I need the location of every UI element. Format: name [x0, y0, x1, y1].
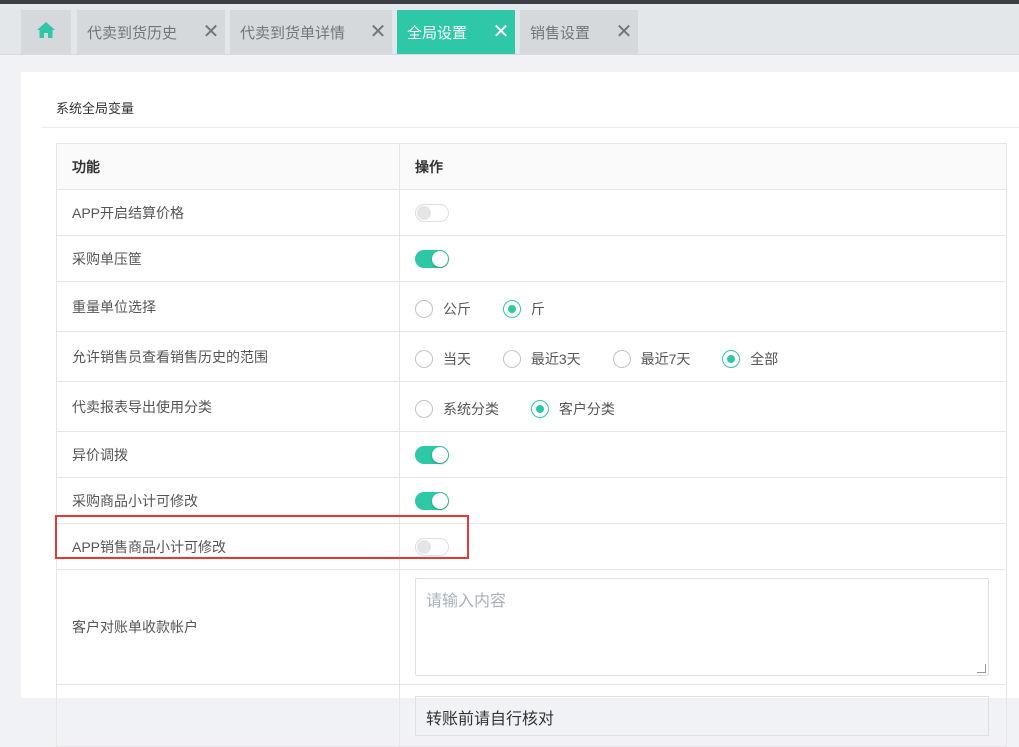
table-row: 转账前请自行核对 — [56, 684, 1007, 747]
table-row: 重量单位选择 公斤 斤 — [56, 281, 1007, 332]
table-row: APP开启结算价格 — [56, 189, 1007, 236]
row-label: 客户对账单收款帐户 — [56, 569, 400, 685]
row-label: APP开启结算价格 — [56, 189, 400, 236]
tab-home[interactable] — [21, 10, 71, 54]
textarea-value: 转账前请自行核对 — [426, 710, 555, 728]
table-row: 采购单压筐 — [56, 235, 1007, 282]
table-row: APP销售商品小计可修改 — [56, 523, 1007, 570]
radio-last-7-days[interactable]: 最近7天 — [612, 349, 690, 369]
row-label: 采购单压筐 — [56, 235, 400, 282]
home-icon — [36, 21, 56, 43]
row-label — [56, 684, 400, 747]
table-row: 采购商品小计可修改 — [56, 477, 1007, 524]
table-row: 代卖报表导出使用分类 系统分类 客户分类 — [56, 381, 1007, 432]
radio-all[interactable]: 全部 — [722, 349, 778, 369]
row-label: 允许销售员查看销售历史的范围 — [56, 331, 400, 382]
tab-consignment-history[interactable]: 代卖到货历史 ✕ — [77, 10, 225, 54]
column-header-operation: 操作 — [399, 143, 1007, 190]
section-title: 系统全局变量 — [56, 101, 135, 116]
radio-system-category[interactable]: 系统分类 — [415, 399, 499, 419]
tab-global-settings[interactable]: 全局设置 ✕ — [397, 10, 515, 54]
row-label: 代卖报表导出使用分类 — [56, 381, 400, 432]
radio-customer-category[interactable]: 客户分类 — [530, 399, 615, 419]
row-label: 采购商品小计可修改 — [56, 477, 400, 524]
transfer-note-textarea[interactable]: 转账前请自行核对 — [415, 695, 989, 736]
table-row: 允许销售员查看销售历史的范围 当天 最近3天 最近7天 全部 — [56, 331, 1007, 382]
row-label: 重量单位选择 — [56, 281, 400, 332]
tab-bar: 代卖到货历史 ✕ 代卖到货单详情 ✕ 全局设置 ✕ 销售设置 ✕ — [0, 4, 1019, 55]
column-header-function: 功能 — [56, 143, 400, 190]
row-label: APP销售商品小计可修改 — [56, 523, 400, 570]
close-icon[interactable]: ✕ — [487, 22, 515, 42]
close-icon[interactable]: ✕ — [197, 22, 225, 42]
tab-consignment-detail[interactable]: 代卖到货单详情 ✕ — [230, 10, 392, 54]
row-label: 异价调拨 — [56, 431, 400, 478]
tab-sales-settings[interactable]: 销售设置 ✕ — [520, 10, 638, 54]
toggle-switch-purchase-basket[interactable] — [415, 249, 449, 268]
table-row: 客户对账单收款帐户 请输入内容 — [56, 569, 1007, 685]
tab-label: 全局设置 — [407, 24, 468, 42]
toggle-switch-purchase-subtotal-editable[interactable] — [415, 491, 449, 510]
resize-grip-icon[interactable] — [977, 664, 986, 673]
tab-label: 代卖到货历史 — [87, 24, 178, 42]
close-icon[interactable]: ✕ — [610, 22, 638, 42]
toggle-switch-app-sales-subtotal-editable[interactable] — [415, 537, 449, 556]
radio-today[interactable]: 当天 — [415, 349, 471, 369]
radio-jin[interactable]: 斤 — [502, 299, 545, 319]
table-row: 异价调拨 — [56, 431, 1007, 478]
toggle-switch-app-settlement-price[interactable] — [415, 203, 449, 222]
table-header-row: 功能 操作 — [56, 143, 1007, 190]
settings-panel: 系统全局变量 功能 操作 APP开启结算价格 采购单压筐 重量单位选择 公斤 斤… — [21, 72, 1019, 747]
radio-kilogram[interactable]: 公斤 — [415, 299, 471, 319]
divider — [41, 127, 1019, 128]
textarea-placeholder: 请输入内容 — [426, 593, 507, 610]
tab-label: 代卖到货单详情 — [240, 24, 346, 42]
settings-table: 功能 操作 APP开启结算价格 采购单压筐 重量单位选择 公斤 斤 允许销售员查… — [56, 143, 1007, 747]
toggle-switch-price-transfer[interactable] — [415, 445, 449, 464]
radio-last-3-days[interactable]: 最近3天 — [502, 349, 581, 369]
receiving-account-textarea[interactable]: 请输入内容 — [415, 578, 989, 676]
close-icon[interactable]: ✕ — [364, 22, 392, 42]
tab-label: 销售设置 — [530, 24, 591, 42]
